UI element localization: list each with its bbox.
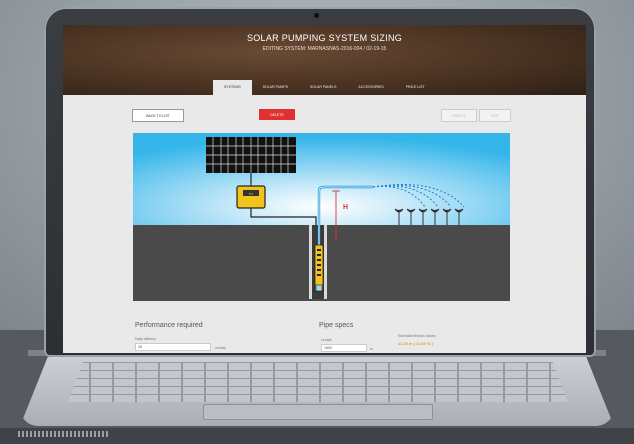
pump-controller: ▪▪▪ — [236, 183, 266, 209]
pipe-specs-heading: Pipe specs — [319, 322, 354, 329]
daily-delivery-input[interactable]: 28 — [135, 343, 211, 351]
daily-delivery-unit: m³/day — [215, 346, 226, 350]
sky — [133, 133, 510, 225]
tab-systems[interactable]: SYSTEMS — [213, 80, 252, 95]
webcam-icon — [314, 13, 319, 18]
system-diagram: ▪▪▪ H — [133, 133, 510, 301]
pipe-length-input[interactable]: 1600 — [321, 344, 367, 352]
tab-accessories[interactable]: ACCESSORIES — [347, 80, 394, 95]
tab-price-list[interactable]: PRICE LIST — [395, 80, 436, 95]
pipe-length-label: Length — [321, 338, 332, 342]
daily-delivery-label: Daily delivery — [135, 337, 156, 341]
tab-solar-pumps[interactable]: SOLAR PUMPS — [252, 80, 299, 95]
app-header: SOLAR PUMPING SYSTEM SIZING EDITING SYST… — [63, 25, 586, 95]
friction-losses-value: 11.25 m ( 11.60 % ) — [398, 341, 433, 346]
laptop-keyboard — [68, 362, 568, 402]
tab-solar-panels[interactable]: SOLAR PANELS — [299, 80, 347, 95]
controller-display: ▪▪▪ — [249, 191, 254, 196]
back-to-list-button[interactable]: BACK TO LIST — [132, 109, 184, 122]
create-button[interactable]: CREATE — [441, 109, 477, 122]
friction-losses-label: Estimated friction losses — [398, 334, 436, 338]
performance-heading: Performance required — [135, 322, 203, 329]
system-diagram-svg: ▪▪▪ H — [133, 133, 510, 301]
app-subtitle: EDITING SYSTEM: MARNASNAS-2016-004 / 02-… — [262, 46, 387, 52]
submersible-pump — [314, 244, 324, 292]
edit-button[interactable]: EDIT — [479, 109, 511, 122]
app-title: SOLAR PUMPING SYSTEM SIZING — [246, 33, 403, 43]
height-label: H — [343, 204, 348, 211]
delete-button[interactable]: DELETE — [259, 109, 295, 120]
main-tabs: SYSTEMS SOLAR PUMPS SOLAR PANELS ACCESSO… — [213, 80, 436, 95]
laptop-trackpad — [203, 404, 433, 420]
desk-ticks — [18, 431, 108, 437]
pipe-length-unit: m — [370, 347, 373, 351]
laptop-screen: SOLAR PUMPING SYSTEM SIZING EDITING SYST… — [63, 25, 586, 353]
